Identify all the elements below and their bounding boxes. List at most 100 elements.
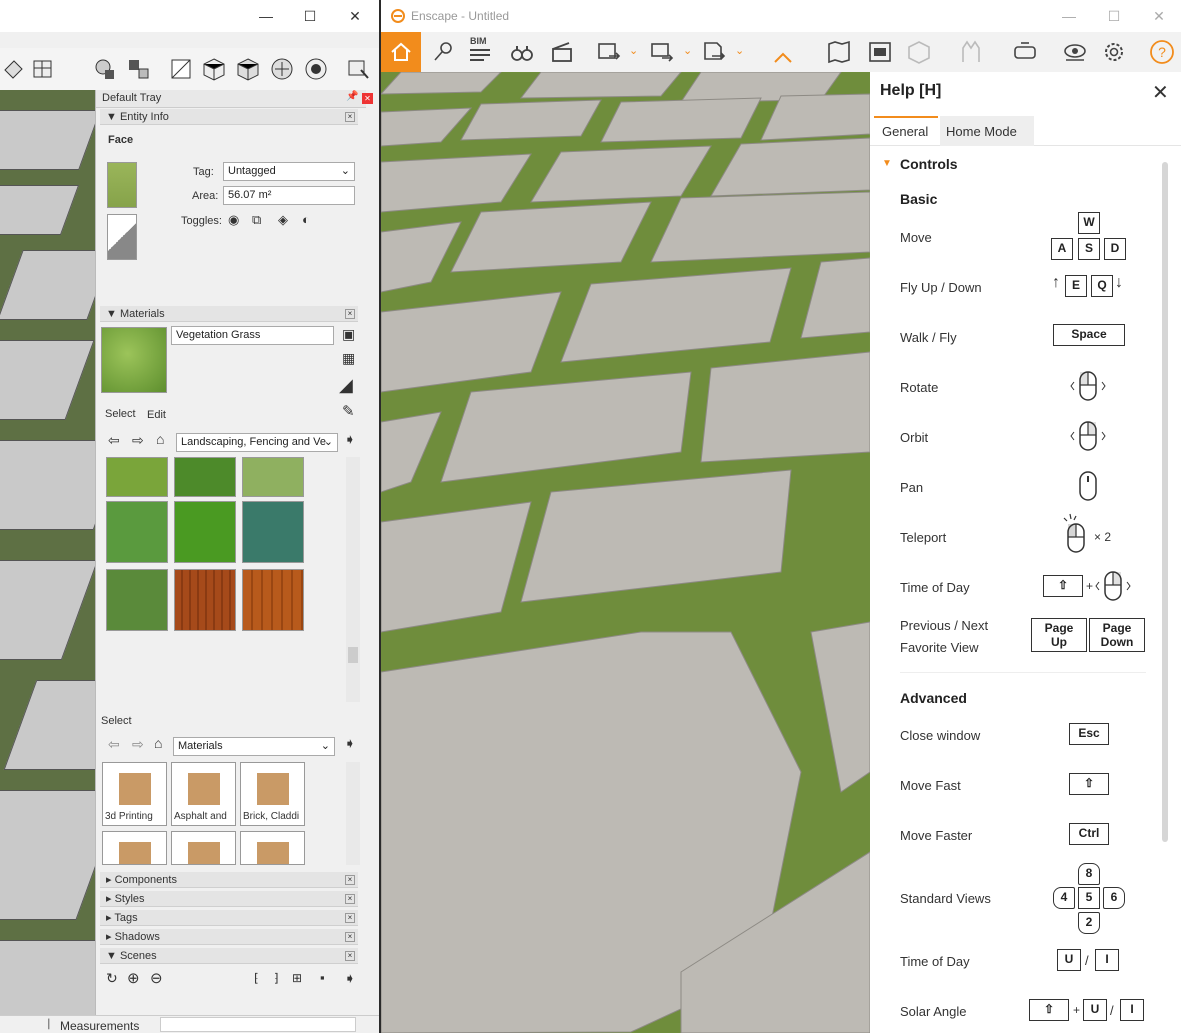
render-viewport[interactable]	[381, 72, 870, 1033]
bim-button[interactable]: BIM	[467, 36, 495, 66]
tab-edit[interactable]: Edit	[147, 409, 166, 421]
entity-info-header[interactable]: ▼ Entity Info ×	[100, 109, 358, 125]
folder-item[interactable]: 3d Printing	[102, 762, 167, 826]
folder-item[interactable]	[171, 831, 236, 865]
forward-icon[interactable]: ⇨	[132, 432, 144, 449]
eyedropper-icon[interactable]: ✎	[342, 402, 355, 420]
add-scene-icon[interactable]: ⊕	[127, 969, 140, 987]
collection-select[interactable]: Landscaping, Fencing and Ve ⌄	[176, 433, 338, 452]
iso-view-icon[interactable]	[168, 56, 194, 82]
folder-item[interactable]	[102, 831, 167, 865]
cast-shadow-icon[interactable]: ⧉	[252, 212, 261, 228]
eye-icon[interactable]: ◉	[228, 212, 239, 228]
folder-item[interactable]	[240, 831, 305, 865]
minimize-button[interactable]: —	[1055, 6, 1083, 26]
visual-settings-icon[interactable]	[1061, 38, 1089, 66]
gear-icon[interactable]	[1100, 38, 1128, 66]
save-icon[interactable]: ▪	[320, 970, 325, 985]
maximize-button[interactable]: ☐	[1100, 6, 1128, 26]
material-thumb[interactable]	[174, 569, 236, 631]
close-button[interactable]: ✕	[341, 6, 369, 26]
folder-scrollbar[interactable]	[346, 762, 360, 865]
material-thumb[interactable]	[174, 501, 236, 563]
styles-header[interactable]: ▸ Styles ×	[100, 891, 358, 907]
paint-bucket-icon[interactable]	[2, 56, 28, 82]
enscape-start-icon[interactable]	[346, 56, 372, 82]
move-down-icon[interactable]: ⁆	[274, 971, 279, 985]
refresh-icon[interactable]: ↻	[106, 970, 118, 987]
pan-tool-icon[interactable]	[126, 56, 152, 82]
top-view-icon[interactable]	[201, 56, 227, 82]
sketchup-viewport[interactable]	[0, 90, 95, 1015]
material-thumb[interactable]	[242, 457, 304, 497]
back-material-swatch[interactable]	[107, 214, 137, 260]
chevron-down-icon[interactable]: ⌄	[735, 44, 744, 57]
front-view-icon[interactable]	[235, 56, 261, 82]
materials-header[interactable]: ▼ Materials ×	[100, 306, 358, 322]
materials-editor-icon[interactable]	[957, 38, 985, 66]
home-icon[interactable]: ⌂	[154, 735, 162, 751]
tag-select[interactable]: Untagged ⌄	[223, 162, 355, 181]
cube-icon[interactable]	[905, 38, 933, 66]
measurements-input[interactable]	[160, 1017, 356, 1032]
forward-icon[interactable]: ⇨	[132, 736, 144, 753]
sample-paint-icon[interactable]: ◢	[339, 375, 353, 396]
front-material-swatch[interactable]	[107, 162, 137, 208]
components-header[interactable]: ▸ Components ×	[100, 872, 358, 888]
chevron-down-icon[interactable]: ⌄	[683, 44, 692, 57]
tags-header[interactable]: ▸ Tags ×	[100, 910, 358, 926]
help-scrollbar[interactable]	[1162, 162, 1168, 842]
xray-icon[interactable]	[269, 56, 295, 82]
details-arrow-icon[interactable]: ➧	[344, 431, 356, 448]
scenes-header[interactable]: ▼ Scenes ×	[100, 948, 358, 964]
material-thumb[interactable]	[106, 569, 168, 631]
chevron-up-icon[interactable]	[769, 42, 797, 70]
folder-item[interactable]: Brick, Claddi	[240, 762, 305, 826]
tab-general[interactable]: General	[882, 124, 928, 139]
shaded-icon[interactable]	[303, 56, 329, 82]
tray-close-icon[interactable]: ✕	[362, 93, 373, 104]
clapperboard-icon[interactable]	[548, 38, 576, 66]
collection-select-2[interactable]: Materials ⌄	[173, 737, 335, 756]
chevron-down-icon[interactable]: ▼	[882, 158, 892, 169]
close-icon[interactable]: ✕	[1152, 80, 1169, 105]
vr-headset-icon[interactable]	[1011, 38, 1039, 66]
create-material-icon[interactable]: ▣	[342, 326, 355, 343]
material-thumb[interactable]	[106, 501, 168, 563]
lock-icon[interactable]: ◐	[302, 212, 310, 227]
pin-location-icon[interactable]	[429, 38, 457, 66]
back-icon[interactable]: ⇦	[108, 736, 120, 753]
view-options-icon[interactable]: ⊞	[292, 971, 302, 985]
map-icon[interactable]	[825, 38, 853, 66]
shadows-header[interactable]: ▸ Shadows ×	[100, 929, 358, 945]
material-name-field[interactable]: Vegetation Grass	[171, 326, 334, 345]
material-thumb[interactable]	[106, 457, 168, 497]
pin-icon[interactable]: 📌	[346, 91, 358, 102]
orbit-tool-icon[interactable]	[92, 56, 118, 82]
home-icon[interactable]: ⌂	[156, 431, 164, 447]
details-arrow-icon[interactable]: ➧	[344, 735, 356, 752]
binoculars-icon[interactable]	[508, 38, 536, 66]
minimize-button[interactable]: —	[252, 6, 280, 26]
standalone-export-icon[interactable]	[700, 38, 728, 66]
material-thumb[interactable]	[242, 569, 304, 631]
material-thumb[interactable]	[242, 501, 304, 563]
default-material-icon[interactable]: ▦	[342, 350, 355, 367]
details-arrow-icon[interactable]: ➧	[344, 970, 356, 987]
chevron-down-icon[interactable]: ⌄	[629, 44, 638, 57]
folder-item[interactable]: Asphalt and	[171, 762, 236, 826]
material-scrollbar[interactable]	[346, 457, 360, 702]
back-icon[interactable]: ⇦	[108, 432, 120, 449]
home-button[interactable]	[381, 32, 421, 72]
close-button[interactable]: ✕	[1145, 6, 1173, 26]
receive-shadow-icon[interactable]: ◈	[278, 212, 288, 228]
help-icon[interactable]: ?	[1148, 38, 1176, 66]
move-up-icon[interactable]: ⁅	[254, 971, 259, 985]
tab-select[interactable]: Select	[105, 408, 136, 420]
maximize-button[interactable]: ☐	[296, 6, 324, 26]
remove-scene-icon[interactable]: ⊖	[150, 969, 163, 987]
section-icon[interactable]	[30, 56, 56, 82]
screenshot-export-icon[interactable]	[595, 38, 623, 66]
asset-library-icon[interactable]	[866, 38, 894, 66]
material-thumb[interactable]	[174, 457, 236, 497]
